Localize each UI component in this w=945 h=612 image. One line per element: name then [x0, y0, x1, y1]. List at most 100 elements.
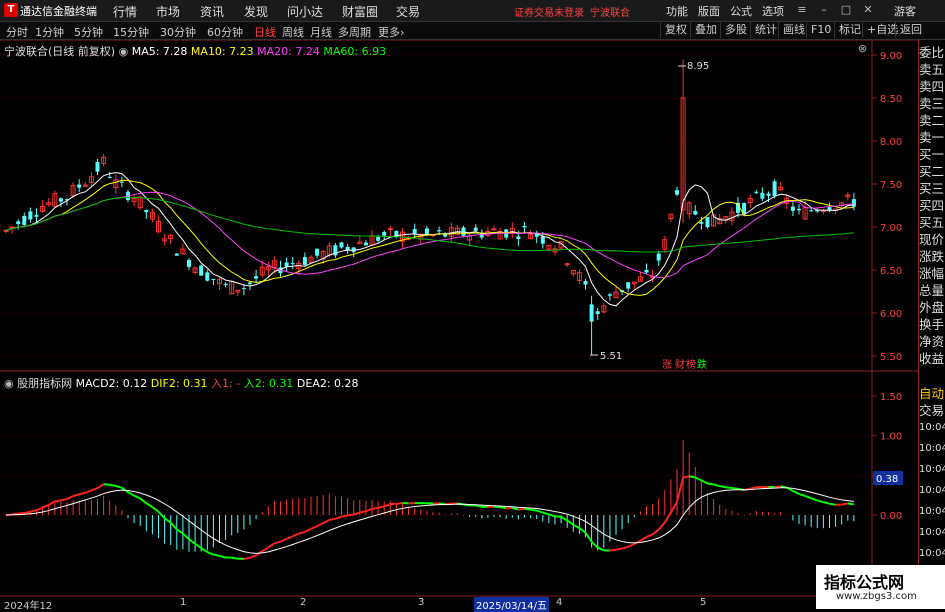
menu-discover[interactable]: 发现: [244, 3, 268, 20]
period-more[interactable]: 更多›: [378, 24, 404, 40]
tool-mark[interactable]: 标记: [834, 22, 865, 38]
candle-body-down: [96, 162, 100, 172]
period-1min[interactable]: 1分钟: [35, 24, 64, 40]
period-multi[interactable]: 多周期: [338, 24, 371, 40]
tick-time[interactable]: 10:04: [919, 461, 945, 478]
settings-icon[interactable]: ◉: [119, 45, 129, 58]
event-tags[interactable]: 涨 财 榜 跌: [662, 358, 707, 371]
period-5min[interactable]: 5分钟: [74, 24, 103, 40]
tool-statistics[interactable]: 统计: [750, 22, 781, 38]
indicator-name[interactable]: 股朋指标网: [17, 377, 72, 390]
menu-wealth-circle[interactable]: 财富圈: [342, 3, 378, 20]
tick-time[interactable]: 10:04: [919, 524, 945, 541]
quote-field-2[interactable]: 卖四: [919, 78, 945, 95]
period-daily[interactable]: 日线: [254, 24, 276, 40]
quote-field-16[interactable]: 换手: [919, 316, 945, 333]
menu-market-quotes[interactable]: 行情: [113, 3, 137, 20]
dif-segment: [817, 500, 823, 502]
dif-segment: [195, 544, 201, 548]
dif-segment: [335, 517, 341, 519]
chevron-right-icon: ›: [400, 26, 404, 39]
candle-body-down: [523, 226, 527, 228]
candle-body-down: [211, 279, 215, 280]
period-30min[interactable]: 30分钟: [160, 24, 196, 40]
menu-trade[interactable]: 交易: [396, 3, 420, 20]
macd-info-line: ◉ 股朋指标网 MACD2: 0.12 DIF2: 0.31 入1: - 入2:…: [4, 375, 359, 391]
tick-time[interactable]: 10:04: [919, 440, 945, 457]
period-weekly[interactable]: 周线: [282, 24, 304, 40]
menu-functions[interactable]: 功能: [666, 3, 688, 19]
menu-ask[interactable]: 问小达: [287, 3, 323, 20]
quote-field-18[interactable]: 收益: [919, 350, 945, 367]
menu-formula[interactable]: 公式: [730, 3, 752, 19]
pane-close-icon[interactable]: ⊗: [858, 42, 867, 55]
candle-body-down: [760, 193, 764, 199]
dif-segment: [366, 509, 372, 511]
candle-body-down: [224, 284, 228, 285]
dif-segment: [37, 508, 43, 511]
dif-segment: [91, 488, 97, 490]
period-60min[interactable]: 60分钟: [207, 24, 243, 40]
quote-field-15[interactable]: 外盘: [919, 299, 945, 316]
dif-segment: [518, 509, 524, 510]
menu-market[interactable]: 市场: [156, 3, 180, 20]
maximize-icon[interactable]: □: [838, 2, 854, 17]
quote-field-8[interactable]: 买三: [919, 180, 945, 197]
quote-field-7[interactable]: 买二: [919, 163, 945, 180]
app-logo-icon: T: [4, 3, 18, 17]
quote-field-17[interactable]: 净资: [919, 333, 945, 350]
dif-segment: [647, 534, 653, 537]
dif-segment: [628, 544, 634, 547]
trade-field-0[interactable]: 自动: [919, 385, 945, 402]
quote-field-0[interactable]: 委比: [919, 44, 945, 61]
price-tick-label: 8.00: [880, 137, 902, 148]
kline-chart[interactable]: 9.008.508.007.507.006.506.005.50 8.95 5.…: [0, 40, 918, 609]
minimize-icon[interactable]: –: [816, 2, 832, 17]
price-tick-label: 8.50: [880, 94, 902, 105]
quote-field-10[interactable]: 买五: [919, 214, 945, 231]
tick-time[interactable]: 10:04: [919, 503, 945, 520]
login-warning[interactable]: 证券交易未登录: [514, 4, 584, 19]
tick-time[interactable]: 10:04: [919, 482, 945, 499]
tick-time[interactable]: 10:04: [919, 545, 945, 562]
tick-time[interactable]: 10:04: [919, 419, 945, 436]
menu-news[interactable]: 资讯: [200, 3, 224, 20]
dif-segment: [354, 512, 360, 514]
candle-body-down: [767, 194, 771, 196]
menu-options[interactable]: 选项: [762, 3, 784, 19]
quote-side-panel[interactable]: 委比卖五卖四卖三卖二卖一买一买二买三买四买五现价涨跌涨幅总量外盘换手净资收益自动…: [918, 40, 945, 609]
candle-body-down: [205, 272, 209, 280]
tool-adjust[interactable]: 复权: [660, 22, 691, 38]
period-15min[interactable]: 15分钟: [113, 24, 149, 40]
dif-segment: [134, 496, 140, 499]
period-monthly[interactable]: 月线: [310, 24, 332, 40]
dif-segment: [720, 486, 726, 487]
quote-field-13[interactable]: 涨幅: [919, 265, 945, 282]
quote-field-11[interactable]: 现价: [919, 231, 945, 248]
quote-field-9[interactable]: 买四: [919, 197, 945, 214]
candle-body-down: [626, 282, 630, 288]
tool-overlay[interactable]: 叠加: [690, 22, 721, 38]
menu-icon[interactable]: ≡: [794, 2, 810, 17]
tool-back[interactable]: 返回: [895, 22, 926, 38]
period-intraday[interactable]: 分时: [6, 24, 28, 40]
quote-field-4[interactable]: 卖二: [919, 112, 945, 129]
dif-segment: [708, 484, 714, 485]
guest-user[interactable]: 游客: [894, 3, 916, 19]
quote-field-3[interactable]: 卖三: [919, 95, 945, 112]
dif-segment: [244, 558, 250, 559]
quote-field-1[interactable]: 卖五: [919, 61, 945, 78]
tool-f10[interactable]: F10: [806, 22, 835, 38]
dif-segment: [567, 521, 573, 525]
quote-field-14[interactable]: 总量: [919, 282, 945, 299]
dif-segment: [293, 534, 299, 537]
indicator-settings-icon[interactable]: ◉: [4, 377, 14, 390]
trade-field-1[interactable]: 交易: [919, 402, 945, 419]
quote-field-12[interactable]: 涨跌: [919, 248, 945, 265]
quote-field-5[interactable]: 卖一: [919, 129, 945, 146]
quote-field-6[interactable]: 买一: [919, 146, 945, 163]
menu-layout[interactable]: 版面: [698, 3, 720, 19]
tool-draw[interactable]: 画线: [778, 22, 809, 38]
tool-multi-stock[interactable]: 多股: [720, 22, 751, 38]
close-icon[interactable]: ✕: [860, 2, 876, 17]
